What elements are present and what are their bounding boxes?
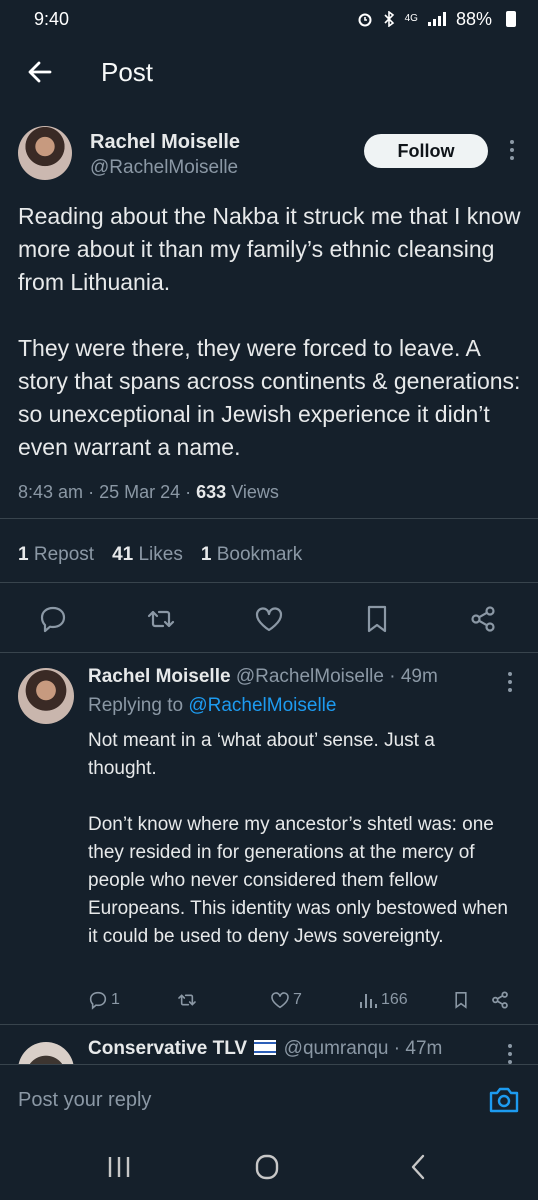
israel-flag-icon — [254, 1040, 277, 1055]
like-icon[interactable] — [254, 604, 284, 634]
divider — [0, 652, 538, 653]
back-nav-icon[interactable] — [404, 1154, 434, 1180]
avatar[interactable] — [18, 668, 74, 724]
post-stats: 1 Repost 41 Likes 1 Bookmark — [18, 544, 302, 566]
status-time: 9:40 — [34, 8, 70, 29]
likes-stat[interactable]: 41 Likes — [112, 544, 183, 566]
follow-button[interactable]: Follow — [364, 134, 488, 168]
reply-input[interactable] — [18, 1085, 448, 1115]
more-vertical-icon[interactable] — [502, 138, 522, 162]
system-nav-bar — [0, 1134, 538, 1200]
post-text: Reading about the Nakba it struck me tha… — [18, 203, 521, 460]
reply-like-action[interactable]: 7 — [270, 990, 302, 1010]
reposts-label: Repost — [33, 544, 95, 565]
reply-repost-action[interactable] — [176, 990, 198, 1010]
reply-composer — [0, 1064, 538, 1134]
bluetooth-icon — [384, 11, 394, 27]
share-icon[interactable] — [468, 604, 498, 634]
views-count: 633 — [196, 482, 227, 502]
view-count: 166 — [381, 991, 408, 1008]
reply-icon — [89, 991, 107, 1010]
next-author-name[interactable]: Conservative TLV — [88, 1038, 247, 1059]
repost-icon — [178, 994, 196, 1006]
bookmark-icon[interactable] — [362, 604, 392, 634]
reply-actions: 1 7 166 — [0, 990, 538, 1016]
divider — [0, 582, 538, 583]
views-icon — [360, 994, 377, 1008]
bookmarks-label: Bookmark — [216, 544, 303, 565]
like-count: 7 — [293, 991, 302, 1008]
avatar[interactable] — [18, 1042, 74, 1064]
reply-author-handle[interactable]: @RachelMoiselle — [236, 666, 384, 687]
bookmarks-stat[interactable]: 1 Bookmark — [201, 544, 302, 566]
share-icon — [492, 991, 508, 1009]
reply-comment-action[interactable]: 1 — [88, 990, 120, 1010]
reply-age[interactable]: 49m — [401, 666, 438, 687]
home-icon[interactable] — [252, 1154, 282, 1180]
reply-bookmark-action[interactable] — [452, 990, 470, 1010]
signal-icon — [427, 12, 446, 26]
reply-icon[interactable] — [38, 604, 68, 634]
battery-percent: 88% — [455, 8, 492, 29]
reposts-count: 1 — [18, 544, 29, 565]
reposts-stat[interactable]: 1 Repost — [18, 544, 94, 566]
camera-icon[interactable] — [488, 1085, 520, 1115]
author-name[interactable]: Rachel Moiselle — [90, 131, 240, 154]
like-icon — [271, 992, 289, 1009]
divider — [0, 518, 538, 519]
post-time[interactable]: 8:43 am — [18, 482, 83, 502]
likes-count: 41 — [112, 544, 134, 565]
recent-apps-icon[interactable] — [104, 1154, 134, 1180]
next-reply-post[interactable]: Conservative TLV @qumranqu · 47m — [0, 1038, 538, 1064]
replying-handle[interactable]: @RachelMoiselle — [188, 695, 336, 716]
post-date[interactable]: 25 Mar 24 — [99, 482, 180, 502]
arrow-left-icon[interactable] — [26, 58, 54, 86]
likes-label: Likes — [138, 544, 183, 565]
repost-icon[interactable] — [146, 604, 176, 634]
author-handle[interactable]: @RachelMoiselle — [90, 157, 238, 179]
status-bar: 9:40 4G 88% — [0, 0, 538, 38]
more-vertical-icon[interactable] — [500, 670, 520, 694]
next-reply-age[interactable]: 47m — [405, 1038, 442, 1059]
reply-author-name[interactable]: Rachel Moiselle — [88, 666, 231, 687]
reply-header: Rachel Moiselle @RachelMoiselle · 49m — [88, 666, 438, 687]
bookmark-icon — [455, 992, 467, 1009]
alarm-icon — [358, 13, 372, 27]
bookmarks-count: 1 — [200, 544, 212, 565]
page-title: Post — [101, 57, 154, 87]
reply-count: 1 — [111, 991, 120, 1008]
reply-share-action[interactable] — [490, 990, 510, 1010]
next-author-handle[interactable]: @qumranqu — [284, 1038, 389, 1059]
status-icons: 4G 88% — [357, 9, 516, 30]
next-reply-header: Conservative TLV @qumranqu · 47m — [88, 1038, 443, 1059]
battery-icon — [506, 11, 516, 27]
replying-prefix: Replying to — [88, 695, 184, 716]
more-vertical-icon[interactable] — [500, 1042, 520, 1064]
divider — [0, 1024, 538, 1025]
avatar[interactable] — [18, 126, 72, 180]
views-label: Views — [231, 482, 279, 502]
reply-views-action[interactable]: 166 — [358, 990, 408, 1010]
post-meta: 8:43 am · 25 Mar 24 · 633 Views — [18, 482, 279, 502]
reply-text: Not meant in a ‘what about’ sense. Just … — [88, 730, 509, 947]
network-type: 4G — [404, 13, 418, 24]
post-actions — [0, 604, 538, 638]
top-bar: Post — [0, 48, 538, 100]
replying-to: Replying to @RachelMoiselle — [88, 695, 336, 717]
